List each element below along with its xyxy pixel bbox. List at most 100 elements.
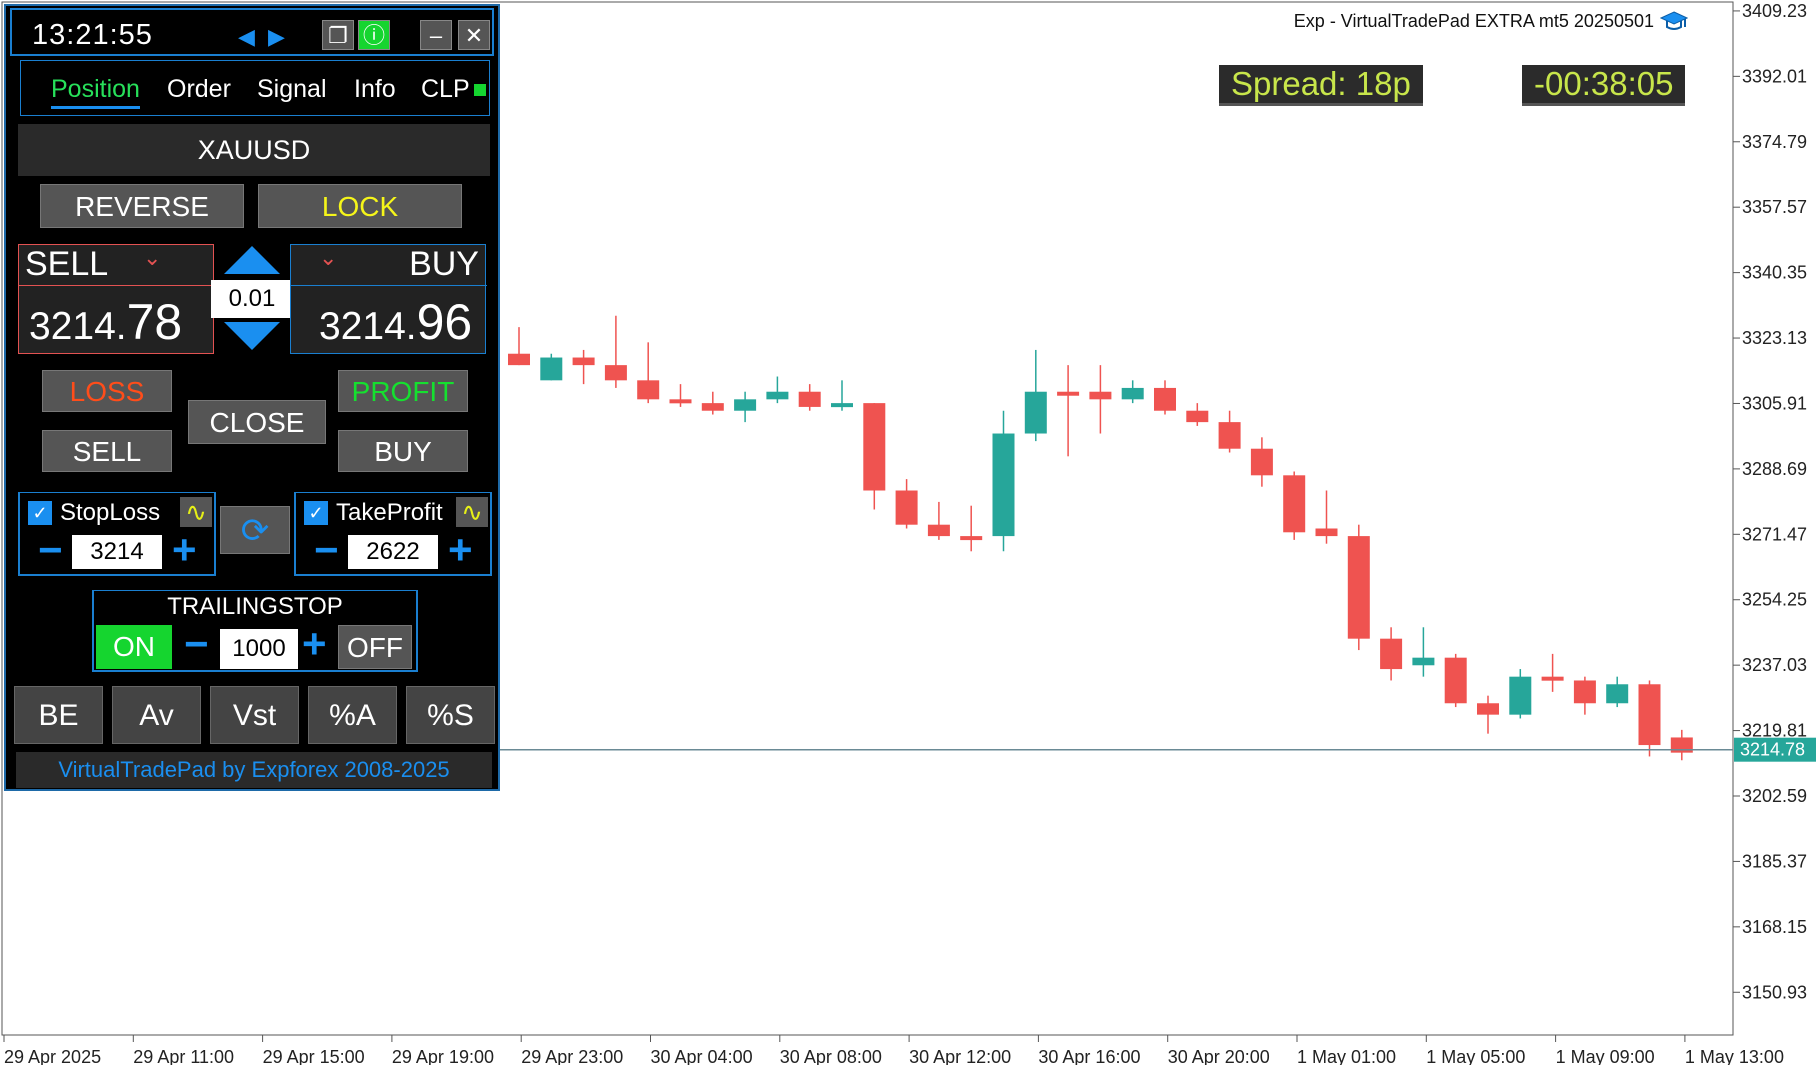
stoploss-box: ✓ StopLoss ∿ − 3214 + (18, 492, 216, 576)
candle-body (1606, 684, 1629, 704)
buy-title: BUY (409, 245, 479, 283)
trailing-plus-button[interactable]: + (302, 623, 327, 665)
x-tick-label: 30 Apr 16:00 (1038, 1047, 1140, 1065)
wave-icon[interactable]: ∿ (456, 497, 488, 527)
takeprofit-box: ✓ TakeProfit ∿ − 2622 + (294, 492, 492, 576)
candle-body (863, 403, 886, 491)
close-icon[interactable]: ✕ (458, 20, 490, 50)
percent-a-button[interactable]: %A (308, 686, 397, 744)
x-tick-label: 30 Apr 08:00 (780, 1047, 882, 1065)
trailingstop-label: TRAILINGSTOP (167, 593, 343, 620)
ea-title: Exp - VirtualTradePad EXTRA mt5 20250501 (1294, 10, 1688, 32)
tab-position[interactable]: Position (51, 75, 140, 109)
close-loss-button[interactable]: LOSS (42, 370, 172, 412)
takeprofit-minus-button[interactable]: − (314, 529, 339, 571)
symbol-label: XAUUSD (18, 124, 490, 176)
tab-signal[interactable]: Signal (257, 75, 327, 104)
spread-badge: Spread: 18p (1219, 65, 1423, 106)
lot-size-field[interactable]: 0.01 (211, 280, 293, 318)
stoploss-plus-button[interactable]: + (172, 529, 197, 571)
y-tick-label: 3150.93 (1742, 982, 1807, 1002)
takeprofit-field[interactable]: 2622 (348, 535, 438, 569)
stoploss-label: StopLoss (60, 499, 161, 526)
close-profit-button[interactable]: PROFIT (338, 370, 468, 412)
y-tick-label: 3357.57 (1742, 197, 1807, 217)
takeprofit-checkbox[interactable]: ✓ (304, 501, 328, 525)
be-button[interactable]: BE (14, 686, 103, 744)
candle-body (1380, 638, 1403, 670)
buy-price: 3214.96 (319, 293, 472, 351)
candle (1347, 524, 1370, 651)
window-restore-icon[interactable]: ❐ (322, 20, 354, 50)
close-all-button[interactable]: CLOSE (188, 400, 326, 444)
candle (1444, 653, 1467, 708)
buy-price-big: 96 (416, 294, 473, 350)
sell-divider (19, 285, 215, 286)
y-tick-label: 3374.79 (1742, 132, 1807, 152)
chevron-down-icon: ⌄ (319, 245, 338, 270)
x-axis: 29 Apr 2025 29 Apr 11:00 29 Apr 15:00 29 Ap… (3, 1035, 1784, 1065)
takeprofit-label: TakeProfit (336, 499, 443, 526)
wave-icon[interactable]: ∿ (180, 497, 212, 527)
close-buy-button[interactable]: BUY (338, 430, 468, 472)
minimize-icon[interactable]: – (420, 20, 452, 50)
x-tick-label: 29 Apr 23:00 (521, 1047, 623, 1065)
trailingstop-box: TRAILINGSTOP ON − 1000 + OFF (92, 590, 418, 672)
tab-info[interactable]: Info (354, 75, 396, 104)
candle-body (540, 357, 563, 381)
y-tick-label: 3323.13 (1742, 328, 1807, 348)
candle-body (831, 403, 853, 408)
candle-body (1250, 448, 1273, 476)
candle-body (701, 403, 724, 411)
clp-status-indicator (473, 84, 486, 97)
trailing-on-button[interactable]: ON (96, 625, 172, 669)
candle-body (1541, 676, 1564, 681)
candle-body (669, 399, 692, 404)
y-tick-label: 3340.35 (1742, 263, 1807, 283)
x-tick-label: 29 Apr 2025 (4, 1047, 101, 1065)
stoploss-field[interactable]: 3214 (72, 535, 162, 569)
lot-up-icon[interactable] (222, 244, 282, 281)
lot-down-icon[interactable] (222, 320, 282, 357)
candle-body (572, 357, 595, 366)
candle-body (637, 380, 660, 400)
takeprofit-plus-button[interactable]: + (448, 529, 473, 571)
trailing-off-button[interactable]: OFF (338, 625, 412, 669)
candle-body (1509, 676, 1532, 715)
candle-body (1024, 391, 1047, 434)
tab-bar: Position Order Signal Info CLP (20, 60, 490, 116)
y-tick-label: 3202.59 (1742, 786, 1807, 806)
percent-s-button[interactable]: %S (406, 686, 495, 744)
chevron-down-icon: ⌄ (143, 245, 162, 270)
refresh-icon[interactable]: ⟳ (220, 506, 290, 554)
ea-title-text: Exp - VirtualTradePad EXTRA mt5 20250501 (1293, 10, 1654, 31)
tab-clp[interactable]: CLP (421, 75, 486, 104)
y-tick-label: 3219.81 (1742, 721, 1807, 741)
x-tick-label: 29 Apr 19:00 (392, 1047, 494, 1065)
tab-order[interactable]: Order (167, 75, 231, 104)
buy-divider (291, 285, 487, 286)
buy-price-box[interactable]: ⌄ BUY 3214.96 (290, 244, 487, 354)
trailing-field[interactable]: 1000 (220, 629, 298, 669)
stoploss-minus-button[interactable]: − (38, 529, 63, 571)
candle-body (1573, 680, 1596, 704)
close-sell-button[interactable]: SELL (42, 430, 172, 472)
sell-price: 3214.78 (29, 293, 182, 351)
reverse-button[interactable]: REVERSE (40, 184, 244, 228)
arrow-right-icon[interactable]: ▶ (268, 24, 285, 50)
sell-price-box[interactable]: SELL ⌄ 3214.78 (18, 244, 215, 354)
av-button[interactable]: Av (112, 686, 201, 744)
candle (540, 353, 563, 381)
x-tick-label: 30 Apr 20:00 (1168, 1047, 1270, 1065)
timer-badge: -00:38:05 (1522, 65, 1686, 106)
trailing-minus-button[interactable]: − (184, 623, 209, 665)
arrow-left-icon[interactable]: ◀ (238, 24, 255, 50)
candle-body (798, 391, 821, 407)
x-tick-label: 1 May 09:00 (1556, 1047, 1655, 1065)
stoploss-checkbox[interactable]: ✓ (28, 501, 52, 525)
candle-body (927, 524, 950, 537)
info-icon[interactable]: ⓘ (358, 20, 390, 50)
candle-body (734, 399, 757, 411)
vst-button[interactable]: Vst (210, 686, 299, 744)
lock-button[interactable]: LOCK (258, 184, 462, 228)
